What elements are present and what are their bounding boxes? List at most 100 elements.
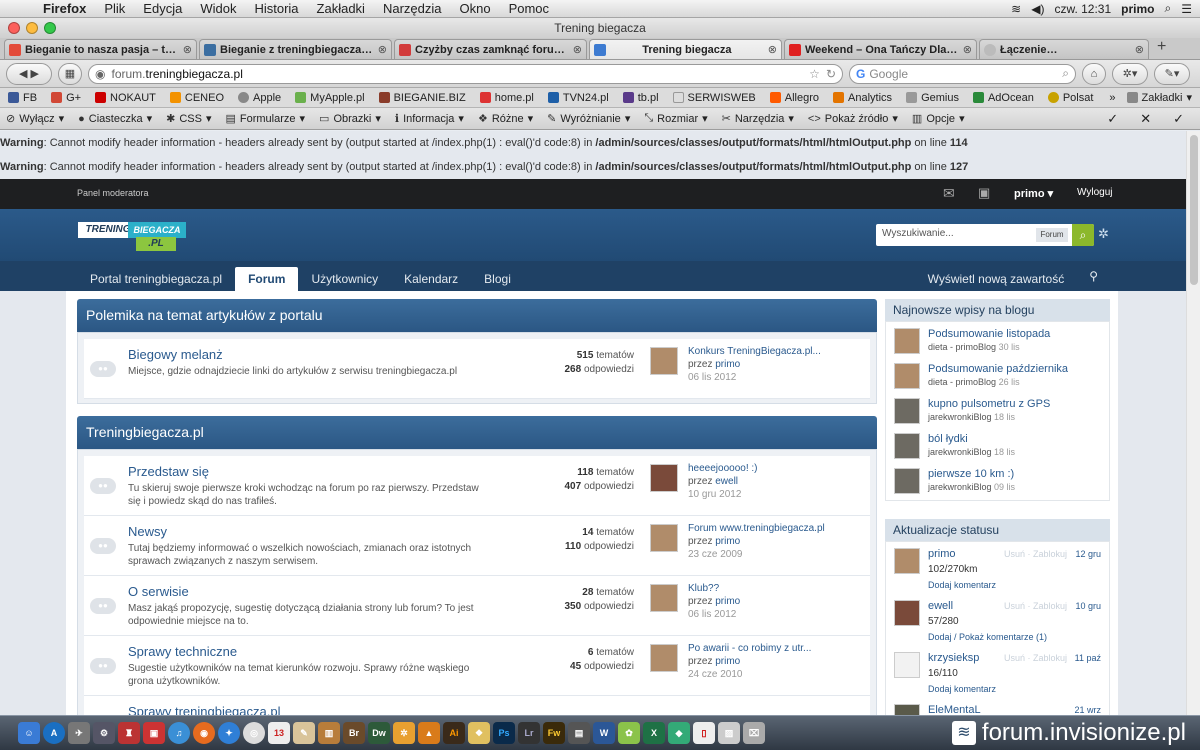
forum-title[interactable]: Przedstaw się	[128, 464, 209, 479]
excel-icon[interactable]: X	[643, 722, 665, 744]
dev-cookies[interactable]: ● Ciasteczka ▾	[78, 112, 152, 126]
gear-icon[interactable]: ✲	[1098, 226, 1109, 242]
bookmarks-menu[interactable]: » Zakładki ▾	[1109, 91, 1192, 105]
close-window-button[interactable]	[8, 22, 20, 34]
browser-tab[interactable]: Weekend – Ona Tańczy Dla … ⊗	[784, 39, 977, 59]
status-actions[interactable]: Usuń · Zablokuj	[1004, 653, 1067, 663]
menu-pomoc[interactable]: Pomoc	[500, 1, 558, 16]
close-tab-icon[interactable]: ⊗	[1135, 43, 1144, 56]
menu-edycja[interactable]: Edycja	[134, 1, 191, 16]
reload-icon[interactable]: ↻	[826, 67, 836, 81]
search-scope[interactable]: Forum	[1036, 228, 1068, 242]
dev-options[interactable]: ▥ Opcje ▾	[912, 112, 965, 126]
cross-icon[interactable]: ✕	[1140, 111, 1151, 127]
fireworks-icon[interactable]: Fw	[543, 722, 565, 744]
app-icon[interactable]: ♜	[118, 722, 140, 744]
last-post-link[interactable]: Po awarii - co robimy z utr...	[688, 643, 811, 654]
moderator-panel-link[interactable]: Panel moderatora	[77, 188, 149, 198]
forum-title[interactable]: Sprawy techniczne	[128, 644, 237, 659]
status-user[interactable]: krzysieksp	[928, 652, 979, 664]
category-header[interactable]: Treningbiegacza.pl	[77, 416, 877, 449]
status-date[interactable]: 11 paź	[1075, 653, 1101, 663]
envelope-icon[interactable]: ✉	[943, 185, 955, 202]
dreamweaver-icon[interactable]: Dw	[368, 722, 390, 744]
status-user[interactable]: EleMentaL	[928, 704, 981, 715]
nav-forum[interactable]: Forum	[235, 267, 299, 291]
blog-entry[interactable]: kupno pulsometru z GPS jarekwronkiBlog 18…	[886, 394, 1109, 429]
last-post-user[interactable]: primo	[715, 656, 740, 667]
google-search-field[interactable]: G Google ⌕	[849, 63, 1076, 84]
bookmark-tvn24[interactable]: TVN24.pl	[547, 92, 609, 104]
close-tab-icon[interactable]: ⊗	[768, 43, 777, 56]
close-tab-icon[interactable]: ⊗	[183, 43, 192, 56]
app-icon[interactable]: ▣	[143, 722, 165, 744]
avatar[interactable]	[894, 600, 920, 626]
category-header[interactable]: Polemika na temat artykułów z portalu	[77, 299, 877, 332]
forum-row[interactable]: ●● Biegowy melanż Miejsce, gdzie odnajdz…	[84, 339, 870, 399]
forward-icon[interactable]: ▶	[31, 67, 39, 80]
bookmark-polsat[interactable]: Polsat	[1047, 92, 1093, 104]
bookmark-nokaut[interactable]: NOKAUT	[95, 92, 156, 104]
nav-blogs[interactable]: Blogi	[471, 267, 524, 291]
volume-icon[interactable]: ◀)	[1031, 2, 1044, 16]
search-icon[interactable]: ⌕	[1072, 224, 1094, 246]
forum-row[interactable]: ●● Newsy Tutaj będziemy informować o wsz…	[84, 516, 870, 576]
default-avatar-icon[interactable]	[894, 652, 920, 678]
forum-row[interactable]: ●● Przedstaw się Tu skieruj swoje pierws…	[84, 456, 870, 516]
nav-portal[interactable]: Portal treningbiegacza.pl	[77, 267, 235, 291]
system-icon[interactable]: ⚙	[93, 722, 115, 744]
last-post-link[interactable]: Klub??	[688, 583, 719, 594]
blog-entry-title[interactable]: kupno pulsometru z GPS	[928, 398, 1050, 410]
app-icon[interactable]: ▲	[418, 722, 440, 744]
home-button[interactable]: ⌂	[1082, 62, 1106, 85]
app-icon[interactable]: ▨	[718, 722, 740, 744]
minimize-window-button[interactable]	[26, 22, 38, 34]
app-icon[interactable]: ◆	[668, 722, 690, 744]
app-icon[interactable]: ▥	[318, 722, 340, 744]
check-icon[interactable]: ✓	[1173, 111, 1184, 127]
menu-zakladki[interactable]: Zakładki	[308, 1, 374, 16]
extensions-button[interactable]: ✲▾	[1112, 62, 1148, 85]
bookmark-serwisweb[interactable]: SERWISWEB	[672, 92, 756, 104]
page-scrollbar[interactable]	[1186, 131, 1200, 715]
nav-users[interactable]: Użytkownicy	[298, 267, 391, 291]
forum-title[interactable]: O serwisie	[128, 584, 189, 599]
dev-view-source[interactable]: <> Pokaż źródło ▾	[808, 112, 898, 126]
browser-tab[interactable]: Bieganie z treningbiegacza.pl ⊗	[199, 39, 392, 59]
avatar[interactable]	[650, 347, 678, 375]
forum-title[interactable]: Biegowy melanż	[128, 347, 223, 362]
spotlight-icon[interactable]: ⌕	[1165, 1, 1172, 16]
bookmark-fb[interactable]: FB	[8, 92, 37, 104]
app-icon[interactable]: ✿	[618, 722, 640, 744]
avatar[interactable]	[894, 433, 920, 459]
dev-css[interactable]: ✱ CSS ▾	[166, 112, 211, 126]
dev-disable[interactable]: ⊘ Wyłącz ▾	[6, 112, 64, 126]
bookmark-allegro[interactable]: Allegro	[769, 92, 819, 104]
back-icon[interactable]: ◀	[19, 67, 27, 80]
notes-icon[interactable]: ✎	[293, 722, 315, 744]
firefox-icon[interactable]: ◉	[193, 722, 215, 744]
browser-tab-active[interactable]: Trening biegacza ⊗	[589, 39, 782, 59]
bookmark-ceneo[interactable]: CENEO	[169, 92, 224, 104]
bookmark-home[interactable]: home.pl	[479, 92, 534, 104]
blog-entry-title[interactable]: ból łydki	[928, 433, 968, 445]
illustrator-icon[interactable]: Ai	[443, 722, 465, 744]
last-post-user[interactable]: primo	[715, 596, 740, 607]
search-icon[interactable]: ⌕	[1062, 66, 1069, 81]
itunes-icon[interactable]: ♫	[168, 722, 190, 744]
site-search-input[interactable]: Wyszukiwanie... Forum ⌕	[876, 224, 1094, 246]
status-date[interactable]: 12 gru	[1075, 549, 1101, 559]
status-date[interactable]: 10 gru	[1075, 601, 1101, 611]
app-icon[interactable]: ▤	[568, 722, 590, 744]
add-comment-link[interactable]: Dodaj komentarz	[928, 684, 996, 694]
forum-row[interactable]: ●● Sprawy techniczne Sugestie użytkownik…	[84, 636, 870, 696]
bookmark-gplus[interactable]: G+	[51, 92, 81, 104]
app-icon[interactable]: ❖	[468, 722, 490, 744]
browser-tab[interactable]: Bieganie to nasza pasja – tre… ⊗	[4, 39, 197, 59]
forum-row[interactable]: ●● O serwisie Masz jakąś propozycję, sug…	[84, 576, 870, 636]
last-post-link[interactable]: Forum www.treningbiegacza.pl	[688, 523, 825, 534]
add-comment-link[interactable]: Dodaj komentarz	[928, 580, 996, 590]
photoshop-icon[interactable]: Ps	[493, 722, 515, 744]
launchpad-icon[interactable]: ✈	[68, 722, 90, 744]
dev-outline[interactable]: ✎ Wyróżnianie ▾	[547, 112, 630, 126]
